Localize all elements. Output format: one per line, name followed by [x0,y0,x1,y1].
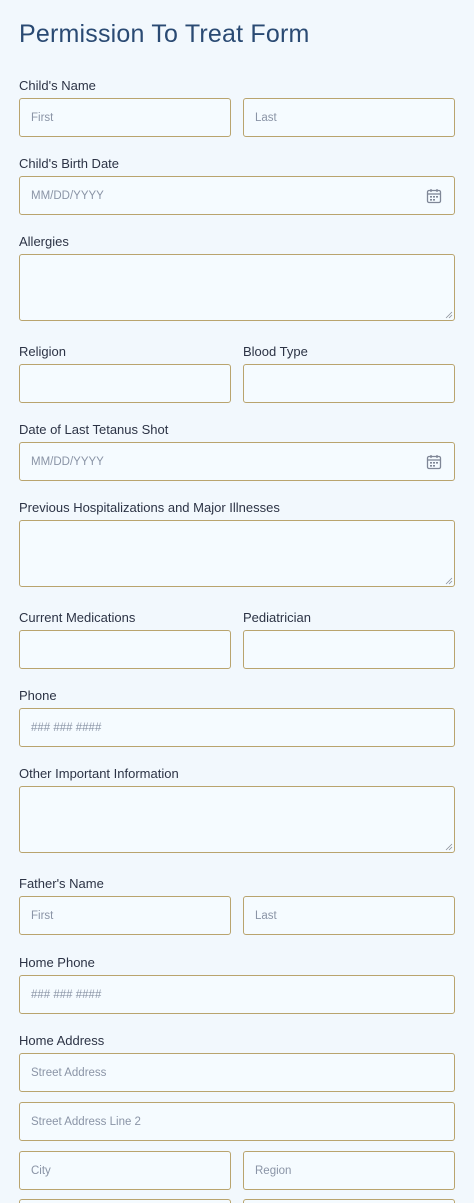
region-placeholder: Region [255,1164,292,1177]
tetanus-label: Date of Last Tetanus Shot [19,422,169,437]
city-placeholder: City [31,1164,51,1177]
pediatrician-input[interactable] [243,630,455,669]
country-input[interactable] [243,1199,455,1203]
father-first-name-input[interactable]: First [19,896,231,935]
father-first-name-placeholder: First [31,909,54,922]
city-input[interactable]: City [19,1151,231,1190]
medications-input[interactable] [19,630,231,669]
calendar-icon[interactable] [426,454,442,470]
region-input[interactable]: Region [243,1151,455,1190]
allergies-label: Allergies [19,234,69,249]
pediatrician-label: Pediatrician [243,610,311,625]
blood-type-label: Blood Type [243,344,308,359]
home-phone-placeholder: ### ### #### [31,988,102,1001]
birth-date-placeholder: MM/DD/YYYY [31,189,104,202]
form-card: Permission To Treat Form Child's Name Fi… [0,0,474,1203]
religion-label: Religion [19,344,66,359]
calendar-icon[interactable] [426,188,442,204]
religion-input[interactable] [19,364,231,403]
other-info-textarea[interactable] [19,786,455,853]
child-first-name-input[interactable]: First [19,98,231,137]
home-address-label: Home Address [19,1033,105,1048]
form-title: Permission To Treat Form [19,20,310,48]
home-phone-label: Home Phone [19,955,95,970]
hospitalizations-textarea[interactable] [19,520,455,587]
childs-name-label: Child's Name [19,78,96,93]
father-last-name-input[interactable]: Last [243,896,455,935]
birth-date-label: Child's Birth Date [19,156,120,171]
street-address-line2-input[interactable]: Street Address Line 2 [19,1102,455,1141]
street-address-placeholder: Street Address [31,1066,107,1079]
postal-code-input[interactable] [19,1199,231,1203]
allergies-textarea[interactable] [19,254,455,321]
resize-handle-icon[interactable] [445,311,453,319]
other-info-label: Other Important Information [19,766,179,781]
tetanus-date-placeholder: MM/DD/YYYY [31,455,104,468]
phone-input[interactable]: ### ### #### [19,708,455,747]
blood-type-input[interactable] [243,364,455,403]
medications-label: Current Medications [19,610,136,625]
street-address-input[interactable]: Street Address [19,1053,455,1092]
hospitalizations-label: Previous Hospitalizations and Major Illn… [19,500,280,515]
child-last-name-input[interactable]: Last [243,98,455,137]
tetanus-date-input[interactable]: MM/DD/YYYY [19,442,455,481]
resize-handle-icon[interactable] [445,577,453,585]
birth-date-input[interactable]: MM/DD/YYYY [19,176,455,215]
phone-placeholder: ### ### #### [31,721,102,734]
fathers-name-label: Father's Name [19,876,104,891]
phone-label: Phone [19,688,57,703]
child-last-name-placeholder: Last [255,111,277,124]
resize-handle-icon[interactable] [445,843,453,851]
father-last-name-placeholder: Last [255,909,277,922]
child-first-name-placeholder: First [31,111,54,124]
home-phone-input[interactable]: ### ### #### [19,975,455,1014]
street-address-line2-placeholder: Street Address Line 2 [31,1115,141,1128]
